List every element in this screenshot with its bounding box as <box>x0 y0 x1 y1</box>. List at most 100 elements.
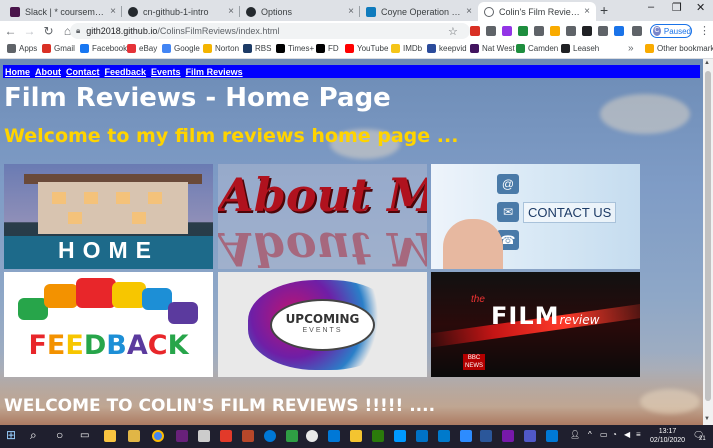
film-review-tile[interactable]: the FILMreview BBC NEWS <box>431 272 640 377</box>
tab-cn-github[interactable]: cn-github-1-intro × <box>122 2 240 21</box>
nav-link-about[interactable]: About <box>35 67 61 77</box>
about-me-tile[interactable]: About Me About Me <box>218 164 427 269</box>
ebay-icon <box>127 44 136 53</box>
bookmark-star-icon[interactable]: ☆ <box>448 25 458 38</box>
close-tab-icon[interactable]: × <box>228 6 234 17</box>
battery-icon[interactable]: ▭ <box>600 430 608 439</box>
close-tab-icon[interactable]: × <box>466 6 472 17</box>
bookmark-gmail[interactable]: Gmail <box>42 44 75 53</box>
tab-coyne[interactable]: Coyne Operation Website Proj × <box>360 2 478 21</box>
home-tile[interactable]: HOME <box>4 164 213 269</box>
extension-icon[interactable] <box>598 26 608 36</box>
menu-icon[interactable]: ⋮ <box>699 24 710 37</box>
forward-icon[interactable]: → <box>21 24 38 38</box>
close-tab-icon[interactable]: × <box>584 6 590 17</box>
file-explorer-icon[interactable] <box>104 430 116 442</box>
people-icon[interactable]: 👤︎ <box>570 430 580 439</box>
nav-link-home[interactable]: Home <box>5 67 30 77</box>
tab-options[interactable]: Options × <box>240 2 360 21</box>
taskbar-app-icon[interactable] <box>242 430 254 442</box>
back-icon[interactable]: ← <box>2 24 19 38</box>
contact-us-tile[interactable]: @ ✉ ☎ CONTACT US <box>431 164 640 269</box>
close-tab-icon[interactable]: × <box>348 6 354 17</box>
bookmark-apps[interactable]: Apps <box>7 44 37 53</box>
close-tab-icon[interactable]: × <box>110 6 116 17</box>
extension-icon[interactable] <box>550 26 560 36</box>
extension-icon[interactable] <box>566 26 576 36</box>
puzzle-icon[interactable] <box>632 26 642 36</box>
onenote-icon[interactable] <box>502 430 514 442</box>
taskbar-clock[interactable]: 13:17 02/10/2020 <box>650 427 685 445</box>
extension-icon[interactable] <box>486 26 496 36</box>
bookmark-rbs[interactable]: RBS <box>243 44 271 53</box>
vscode-icon[interactable] <box>438 430 450 442</box>
taskbar-app-icon[interactable] <box>128 430 140 442</box>
bookmark-camden[interactable]: Camden <box>516 44 558 53</box>
language-icon[interactable]: ≡ <box>636 430 641 439</box>
task-view-icon[interactable]: ▭ <box>80 430 89 441</box>
rbs-icon <box>243 44 252 53</box>
maximize-button[interactable]: ❐ <box>672 1 682 14</box>
extension-icon[interactable] <box>614 26 624 36</box>
taskbar-app-icon[interactable] <box>394 430 406 442</box>
cortana-icon[interactable]: ○ <box>56 428 63 442</box>
word-icon[interactable] <box>480 430 492 442</box>
scrollbar-thumb[interactable] <box>705 71 711 401</box>
search-icon[interactable]: ⌕ <box>30 428 37 443</box>
bookmark-times[interactable]: Times+ <box>276 44 314 53</box>
scroll-down-icon[interactable]: ▼ <box>704 416 710 422</box>
new-tab-button[interactable]: + <box>600 2 608 18</box>
bookmark-keepvid[interactable]: keepvid <box>427 44 467 53</box>
more-bookmarks-chevron-icon[interactable]: » <box>628 43 634 54</box>
outlook-icon[interactable] <box>546 430 558 442</box>
taskbar-app-icon[interactable] <box>372 430 384 442</box>
bookmark-facebook[interactable]: Facebook <box>80 44 127 53</box>
sticky-notes-icon[interactable] <box>350 430 362 442</box>
chrome-icon[interactable] <box>152 430 164 442</box>
reload-icon[interactable]: ↻ <box>40 24 57 38</box>
bookmark-norton[interactable]: Norton <box>203 44 239 53</box>
nav-link-events[interactable]: Events <box>151 67 181 77</box>
close-window-button[interactable]: ✕ <box>696 1 705 14</box>
tray-chevron-icon[interactable]: ^ <box>588 430 592 439</box>
teams-icon[interactable] <box>524 430 536 442</box>
scroll-up-icon[interactable]: ▲ <box>704 60 710 66</box>
bookmark-youtube[interactable]: YouTube <box>345 44 388 53</box>
bookmark-natwest[interactable]: Nat West <box>470 44 515 53</box>
tab-slack[interactable]: Slack | * coursematerials | Cod × <box>4 2 122 21</box>
windows-start-icon[interactable]: ⊞ <box>6 428 16 442</box>
zoom-icon[interactable] <box>460 430 472 442</box>
taskbar-app-icon[interactable] <box>286 430 298 442</box>
bookmark-ebay[interactable]: eBay <box>127 44 157 53</box>
network-icon[interactable]: ◔ <box>612 430 617 439</box>
taskbar-app-icon[interactable] <box>220 430 232 442</box>
minimize-button[interactable]: – <box>648 1 654 13</box>
taskbar-app-icon[interactable] <box>328 430 340 442</box>
nav-link-feedback[interactable]: Feedback <box>105 67 147 77</box>
address-bar[interactable]: 🔒︎ gith2018.github.io/ColinsFilmReviews/… <box>70 23 470 39</box>
extension-icon[interactable] <box>518 26 528 36</box>
extension-icon[interactable] <box>470 26 480 36</box>
edge-icon[interactable] <box>264 430 276 442</box>
taskbar-app-icon[interactable] <box>416 430 428 442</box>
bookmark-fd[interactable]: FD <box>316 44 339 53</box>
nav-link-film-reviews[interactable]: Film Reviews <box>186 67 243 77</box>
taskbar-app-icon[interactable] <box>306 430 318 442</box>
tab-colins-film-reviews[interactable]: Colin's Film Reviews × <box>478 2 596 21</box>
extension-icon[interactable] <box>534 26 544 36</box>
bookmark-imdb[interactable]: IMDb <box>391 44 422 53</box>
profile-button[interactable]: C Paused <box>650 24 692 38</box>
visual-studio-icon[interactable] <box>176 430 188 442</box>
bookmark-google[interactable]: Google <box>162 44 200 53</box>
bookmark-leaseh[interactable]: Leaseh <box>561 44 599 53</box>
page-icon <box>366 6 376 17</box>
volume-icon[interactable]: ◀︎ <box>624 430 630 439</box>
nav-link-contact[interactable]: Contact <box>66 67 100 77</box>
extension-icon[interactable] <box>502 26 512 36</box>
page-scrollbar[interactable]: ▲ ▼ <box>703 59 713 425</box>
taskbar-app-icon[interactable] <box>198 430 210 442</box>
feedback-tile[interactable]: FEEDBACK <box>4 272 213 377</box>
upcoming-events-tile[interactable]: UPCOMING EVENTS <box>218 272 427 377</box>
other-bookmarks[interactable]: Other bookmarks <box>645 44 713 53</box>
extension-icon[interactable] <box>582 26 592 36</box>
